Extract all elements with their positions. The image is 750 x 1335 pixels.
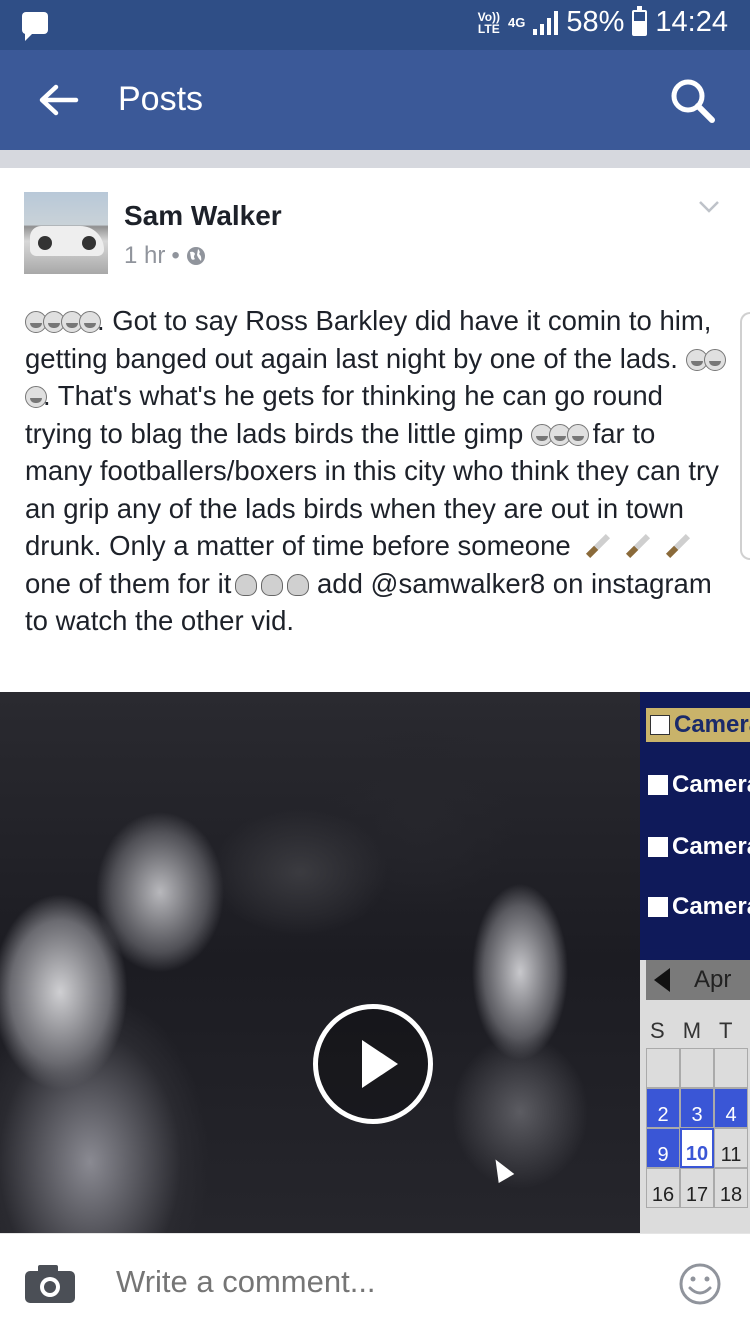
prev-month-icon: [654, 968, 670, 992]
calendar-month: Apr: [646, 960, 750, 1000]
calendar-weekdays: SMT: [650, 1018, 733, 1043]
back-arrow-icon[interactable]: [36, 78, 80, 122]
post-meta: 1 hr •: [124, 242, 206, 270]
feed-divider: [0, 150, 750, 168]
clock: 14:24: [655, 6, 728, 38]
camera-option: Camera: [648, 830, 750, 864]
camera-option: Camera: [648, 768, 750, 802]
public-globe-icon: [186, 247, 205, 265]
status-indicators: Vo)) LTE 4G 58% 14:24: [477, 5, 728, 39]
camera-option: Camera: [646, 708, 750, 742]
video-frame: [0, 692, 640, 1233]
play-button[interactable]: [313, 1004, 433, 1124]
tears-of-joy-emoji: [703, 348, 726, 371]
page-title: Posts: [118, 80, 204, 118]
cctv-camera-panel: Camera Camera Camera Camera Apr SMT 234 …: [640, 692, 750, 1233]
battery-icon: [632, 5, 648, 36]
search-icon[interactable]: [668, 76, 716, 124]
status-bar: Vo)) LTE 4G 58% 14:24: [0, 0, 750, 50]
post-time[interactable]: 1 hr: [124, 242, 165, 270]
video-player[interactable]: Camera Camera Camera Camera Apr SMT 234 …: [0, 692, 750, 1233]
calendar-row: 16 17 18: [646, 1168, 748, 1208]
battery-percent: 58%: [566, 6, 625, 38]
camera-option: Camera: [648, 890, 750, 924]
see-no-evil-emoji: [287, 573, 310, 596]
camera-icon[interactable]: [24, 1264, 76, 1304]
tears-of-joy-emoji: [25, 386, 47, 408]
post-header: Sam Walker 1 hr •: [0, 168, 750, 288]
chevron-down-icon[interactable]: [698, 200, 720, 214]
emoji-smile-icon[interactable]: [678, 1262, 722, 1306]
app-bar: Posts: [0, 50, 750, 150]
post-text-part: one of them for it: [25, 567, 232, 599]
calendar-row: 234: [646, 1088, 748, 1128]
post-text-part: . Got to say Ross Barkley did have it co…: [25, 305, 712, 374]
avatar[interactable]: [24, 192, 108, 274]
message-notification-icon: [22, 12, 48, 41]
calendar-row: 9 10 11: [646, 1128, 748, 1168]
author-name[interactable]: Sam Walker: [124, 200, 282, 232]
scroll-hint: [740, 312, 750, 560]
volte-indicator: Vo)) LTE: [477, 9, 501, 36]
see-no-evil-emoji: [261, 573, 284, 596]
see-no-evil-emoji: [235, 573, 258, 596]
comment-input[interactable]: [116, 1264, 636, 1300]
post-text: . Got to say Ross Barkley did have it co…: [25, 302, 730, 640]
meta-dot: •: [171, 242, 180, 269]
tears-of-joy-emoji: [566, 423, 589, 446]
avatar-car-image: [30, 226, 104, 256]
tears-of-joy-emoji: [79, 311, 101, 333]
comment-bar: [0, 1233, 750, 1335]
knife-emoji: [626, 533, 651, 559]
cctv-calendar: Apr SMT 234 9 10 11 16 17 18: [640, 960, 750, 1233]
calendar-row: [646, 1048, 748, 1088]
network-type: 4G: [508, 14, 526, 30]
knife-emoji: [666, 533, 691, 559]
knife-emoji: [586, 533, 611, 559]
signal-icon: [533, 10, 559, 35]
